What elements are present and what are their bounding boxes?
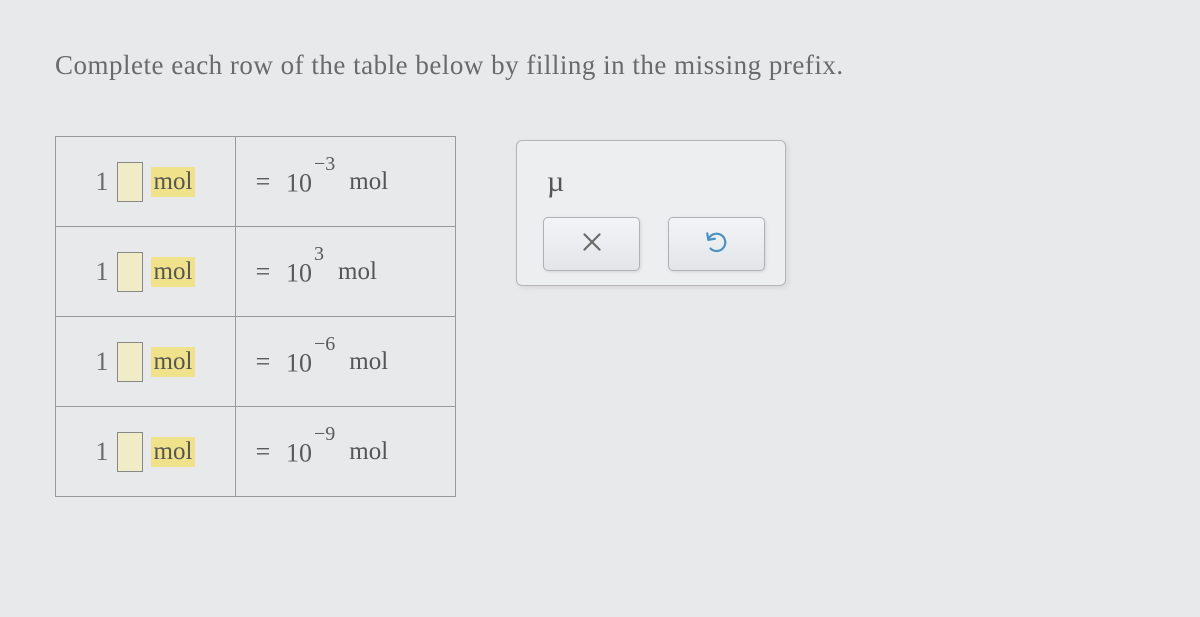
- unit-label-right: mol: [349, 438, 388, 466]
- table-row: 1 mol = 103 mol: [56, 227, 456, 317]
- close-icon: [579, 229, 605, 260]
- unit-label-right: mol: [349, 348, 388, 376]
- unit-label: mol: [151, 437, 196, 467]
- unit-label-right: mol: [349, 168, 388, 196]
- equals-sign: =: [254, 347, 272, 377]
- workspace: 1 mol = 10−3 mol 1 m: [55, 136, 1145, 497]
- symbol-panel: µ: [516, 140, 786, 286]
- prefix-table: 1 mol = 10−3 mol 1 m: [55, 136, 456, 497]
- table-row: 1 mol = 10−3 mol: [56, 137, 456, 227]
- equals-sign: =: [254, 167, 272, 197]
- coefficient: 1: [96, 347, 109, 377]
- equals-sign: =: [254, 437, 272, 467]
- coefficient: 1: [96, 437, 109, 467]
- clear-button[interactable]: [543, 217, 640, 271]
- coefficient: 1: [96, 257, 109, 287]
- reset-button[interactable]: [668, 217, 765, 271]
- prefix-input-4[interactable]: [117, 432, 143, 472]
- table-row: 1 mol = 10−6 mol: [56, 317, 456, 407]
- prefix-input-2[interactable]: [117, 252, 143, 292]
- base-ten: 10−6: [286, 345, 335, 379]
- base-ten: 10−3: [286, 165, 335, 199]
- unit-label: mol: [151, 167, 196, 197]
- unit-label: mol: [151, 347, 196, 377]
- exponent: −3: [314, 153, 335, 175]
- prefix-input-1[interactable]: [117, 162, 143, 202]
- unit-label: mol: [151, 257, 196, 287]
- table-row: 1 mol = 10−9 mol: [56, 407, 456, 497]
- prefix-input-3[interactable]: [117, 342, 143, 382]
- equals-sign: =: [254, 257, 272, 287]
- base-ten: 103: [286, 255, 324, 289]
- coefficient: 1: [96, 167, 109, 197]
- undo-icon: [704, 229, 730, 260]
- base-ten: 10−9: [286, 435, 335, 469]
- exponent: −6: [314, 333, 335, 355]
- unit-label-right: mol: [338, 258, 377, 286]
- question-text: Complete each row of the table below by …: [55, 50, 1145, 81]
- mu-symbol-button[interactable]: µ: [547, 165, 564, 198]
- exponent: −9: [314, 423, 335, 445]
- exponent: 3: [314, 243, 324, 265]
